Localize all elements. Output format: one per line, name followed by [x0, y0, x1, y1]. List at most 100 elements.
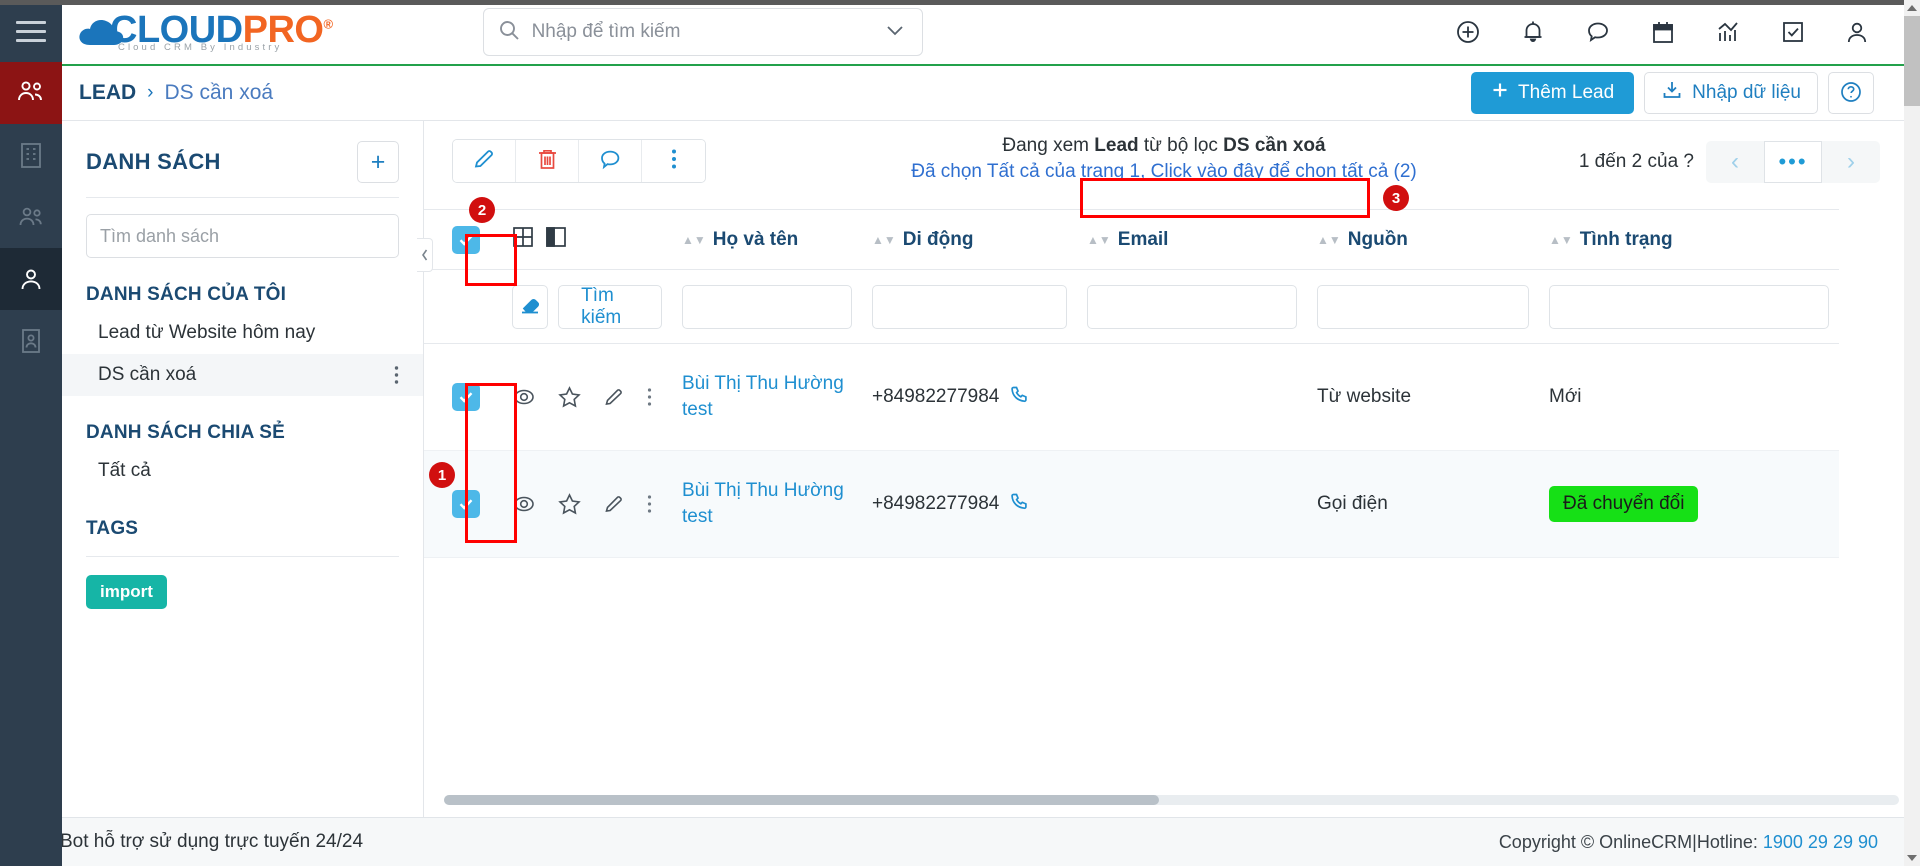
scroll-down-arrow-icon[interactable]: [1904, 850, 1920, 866]
help-button[interactable]: [1828, 72, 1874, 114]
row-checkbox[interactable]: [452, 383, 480, 411]
filter-actions-cell: [424, 269, 502, 344]
annotation-badge-3: 3: [1383, 185, 1409, 211]
select-all-checkbox[interactable]: [452, 225, 480, 254]
select-all-link[interactable]: Click vào đây để chọn tất cả (2): [1151, 161, 1417, 182]
column-header-email[interactable]: ▲▼ Email: [1077, 209, 1307, 270]
table-row[interactable]: Bùi Thị Thu Hường test +84982277984: [424, 450, 1839, 558]
horizontal-scrollbar[interactable]: [444, 795, 1899, 805]
pencil-icon[interactable]: [603, 493, 625, 515]
chat-bubble-icon[interactable]: [1584, 19, 1612, 45]
source-value: Gọi điện: [1317, 493, 1388, 514]
bell-icon[interactable]: [1520, 18, 1546, 46]
vertical-dots-icon[interactable]: [647, 494, 652, 514]
sortable-header[interactable]: ▲▼ Di động: [872, 229, 973, 251]
company-icon: [18, 141, 44, 169]
sidebar-item-person-active[interactable]: [0, 248, 62, 310]
eye-icon[interactable]: [512, 494, 536, 514]
horizontal-scrollbar-thumb[interactable]: [444, 795, 1159, 805]
delete-button[interactable]: [516, 140, 579, 182]
mobile-value-wrap: +84982277984: [872, 491, 1067, 517]
star-icon[interactable]: [558, 386, 581, 408]
user-account-icon[interactable]: [1844, 19, 1870, 46]
pencil-icon[interactable]: [603, 386, 625, 408]
hotline-number[interactable]: 1900 29 29 90: [1763, 832, 1878, 852]
pagination-more-button[interactable]: •••: [1764, 141, 1822, 183]
star-icon[interactable]: [558, 493, 581, 515]
filter-input-email[interactable]: [1087, 284, 1297, 329]
cell-name: Bùi Thị Thu Hường test: [672, 343, 862, 451]
edit-button[interactable]: [453, 140, 516, 182]
table-row[interactable]: Bùi Thị Thu Hường test +84982277984: [424, 343, 1839, 451]
filter-cell-status: [1539, 269, 1839, 344]
tag-import[interactable]: import: [86, 575, 167, 609]
support-bot-link[interactable]: Bot hỗ trợ sử dụng trực tuyến 24/24: [16, 826, 363, 858]
row-checkbox[interactable]: [452, 490, 480, 518]
app-logo[interactable]: CLOUDPRO® Cloud CRM By Industry: [76, 11, 333, 53]
list-group-label-my: DANH SÁCH CỦA TÔI: [86, 284, 287, 305]
sortable-header[interactable]: ▲▼ Họ và tên: [682, 229, 798, 251]
plus-circle-icon[interactable]: [1454, 18, 1482, 46]
lead-name-link[interactable]: Bùi Thị Thu Hường test: [682, 373, 844, 420]
clear-filter-button[interactable]: [512, 284, 549, 329]
list-search[interactable]: [86, 214, 399, 258]
more-button[interactable]: [642, 140, 705, 182]
phone-call-icon[interactable]: [1009, 384, 1029, 410]
comment-button[interactable]: [579, 140, 642, 182]
global-search[interactable]: [482, 8, 923, 56]
breadcrumb-separator: ›: [147, 82, 154, 103]
sort-arrows-icon: ▲▼: [1317, 232, 1341, 247]
pagination-prev-button[interactable]: ‹: [1706, 141, 1764, 183]
calendar-icon[interactable]: [1650, 19, 1676, 46]
page-scrollbar[interactable]: [1904, 0, 1920, 866]
split-view-icon[interactable]: [545, 226, 567, 254]
phone-call-icon[interactable]: [1009, 491, 1029, 517]
filter-input-status[interactable]: [1549, 284, 1829, 329]
lead-name-link[interactable]: Bùi Thị Thu Hường test: [682, 480, 844, 527]
grid-view-icon[interactable]: [512, 226, 534, 254]
add-lead-button[interactable]: Thêm Lead: [1471, 72, 1635, 114]
filter-input-mobile[interactable]: [872, 284, 1067, 329]
sortable-header[interactable]: ▲▼ Email: [1087, 229, 1168, 251]
list-item-tat-ca[interactable]: Tất cả: [62, 450, 423, 492]
filter-search-button[interactable]: Tìm kiếm: [558, 284, 662, 329]
sidebar-item-company[interactable]: [0, 124, 62, 186]
filter-input-source[interactable]: [1317, 284, 1529, 329]
vertical-dots-icon: [671, 148, 677, 175]
sidebar-item-contacts[interactable]: [0, 186, 62, 248]
vertical-dots-icon[interactable]: [647, 387, 652, 407]
column-header-status[interactable]: ▲▼ Tình trạng: [1539, 209, 1839, 270]
column-header-name[interactable]: ▲▼ Họ và tên: [672, 209, 862, 270]
filter-cell-source: [1307, 269, 1539, 344]
pagination-next-button[interactable]: ›: [1822, 141, 1880, 183]
list-item-ds-can-xoa[interactable]: DS cần xoá: [62, 354, 423, 396]
filter-input-name[interactable]: [682, 284, 852, 329]
mobile-number: +84982277984: [872, 386, 1000, 407]
top-header-bar: CLOUDPRO® Cloud CRM By Industry: [62, 0, 1904, 66]
search-input[interactable]: [531, 21, 882, 43]
checkbox-task-icon[interactable]: [1780, 19, 1806, 45]
import-data-button[interactable]: Nhập dữ liệu: [1644, 72, 1818, 114]
sortable-header[interactable]: ▲▼ Nguồn: [1317, 229, 1408, 251]
scroll-up-arrow-icon[interactable]: [1904, 0, 1920, 16]
breadcrumb-leaf[interactable]: DS cần xoá: [165, 81, 274, 105]
sidebar-item-documents[interactable]: [0, 310, 62, 372]
page-scrollbar-thumb[interactable]: [1904, 16, 1920, 106]
collapse-panel-handle[interactable]: [417, 238, 433, 272]
list-panel-title: DANH SÁCH: [86, 149, 221, 174]
eye-icon[interactable]: [512, 387, 536, 407]
list-item-lead-website-today[interactable]: Lead từ Website hôm nay: [62, 312, 423, 354]
sortable-header[interactable]: ▲▼ Tình trạng: [1549, 229, 1673, 251]
list-search-input[interactable]: [100, 225, 385, 247]
add-list-button[interactable]: +: [357, 141, 399, 183]
sidebar-item-leads[interactable]: [0, 62, 62, 124]
breadcrumb-root[interactable]: LEAD: [79, 81, 136, 105]
column-header-mobile[interactable]: ▲▼ Di động: [862, 209, 1077, 270]
list-item-kebab-icon[interactable]: [394, 365, 399, 385]
menu-burger-icon[interactable]: [0, 0, 62, 62]
chevron-down-icon[interactable]: [882, 22, 908, 43]
list-item-label: DS cần xoá: [98, 364, 197, 385]
column-header-source[interactable]: ▲▼ Nguồn: [1307, 209, 1539, 270]
chart-icon[interactable]: [1714, 19, 1742, 46]
cell-mobile: +84982277984: [862, 343, 1077, 451]
